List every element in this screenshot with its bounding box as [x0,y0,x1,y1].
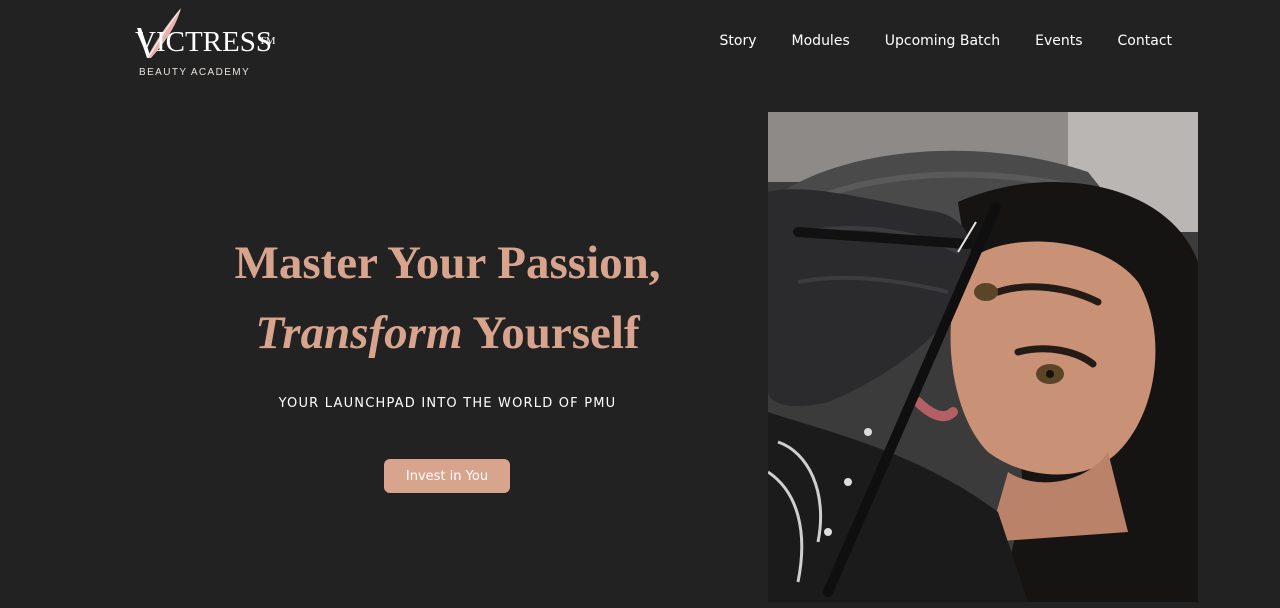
hero-photo [768,112,1198,602]
hero-subtitle: YOUR LAUNCHPAD INTO THE WORLD OF PMU [278,396,617,411]
hero-title-line-1: Master Your Passion, [234,237,661,289]
pmu-procedure-photo-icon [768,112,1198,602]
invest-in-you-button[interactable]: Invest in You [384,459,510,493]
nav-item-story[interactable]: Story [720,31,757,51]
nav-item-modules[interactable]: Modules [792,31,850,51]
brand-tagline: BEAUTY ACADEMY [139,67,251,78]
nav-item-contact[interactable]: Contact [1118,31,1172,51]
nav-item-upcoming-batch[interactable]: Upcoming Batch [885,31,1000,51]
hero-title: Master Your Passion, Transform Yourself [170,228,725,368]
hero-title-line-2: Transform Yourself [170,298,725,368]
hero-title-emphasis: Transform [255,307,463,359]
hero-title-line-2-rest: Yourself [462,307,640,359]
trademark-mark: TM [259,35,276,47]
nav-item-events[interactable]: Events [1035,31,1082,51]
brand-logo[interactable]: VICTRESS TM BEAUTY ACADEMY [133,6,283,80]
main-nav: Story Modules Upcoming Batch Events Cont… [685,31,1172,51]
page: VICTRESS TM BEAUTY ACADEMY Story Modules… [0,0,1280,608]
brand-name: VICTRESS [135,26,272,58]
